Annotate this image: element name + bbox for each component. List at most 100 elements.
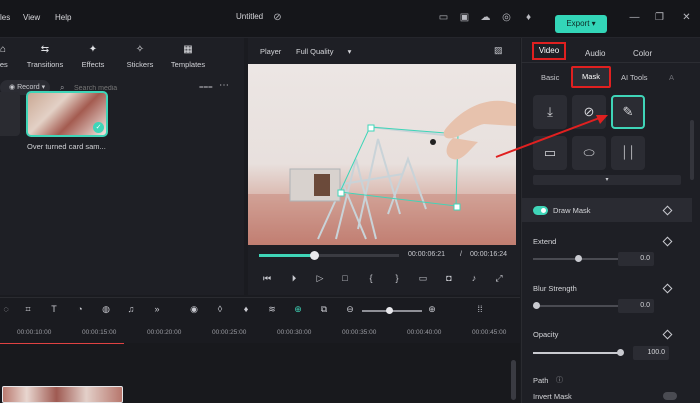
- stickers-icon: ✧: [135, 44, 145, 55]
- tab-stickers-label: Stickers: [126, 60, 154, 69]
- save-icon[interactable]: ▣: [458, 11, 471, 24]
- invert-mask-toggle[interactable]: [663, 392, 677, 400]
- display-icon[interactable]: ▭: [417, 273, 429, 284]
- audio-edit-icon[interactable]: ♫: [125, 304, 137, 314]
- zoom-knob[interactable]: [386, 307, 393, 314]
- tab-templates-label: Templates: [170, 60, 206, 69]
- mark-out-icon[interactable]: }: [391, 273, 403, 283]
- tab-video[interactable]: Video: [532, 42, 566, 60]
- tab-templates[interactable]: ▦ Templates: [165, 44, 211, 69]
- render-icon[interactable]: ◉: [188, 304, 200, 315]
- opacity-slider[interactable]: [533, 352, 623, 354]
- menu-file[interactable]: les: [0, 13, 10, 22]
- speed-icon[interactable]: ◔: [74, 304, 86, 314]
- blur-strength-label: Blur Strength: [533, 284, 577, 293]
- tab-transitions[interactable]: ⇆ Transitions: [22, 44, 68, 69]
- quality-label: Full Quality: [296, 47, 334, 56]
- grid-icon[interactable]: ⁞⁞: [474, 304, 486, 314]
- record-label: Record: [17, 84, 40, 91]
- opacity-knob[interactable]: [617, 349, 624, 356]
- tab-color[interactable]: Color: [633, 49, 652, 58]
- microphone-icon[interactable]: ♦: [522, 11, 535, 24]
- stop-icon[interactable]: □: [339, 273, 351, 283]
- video-clip[interactable]: [2, 386, 123, 403]
- voiceover-icon[interactable]: ≋: [266, 304, 278, 315]
- opacity-value[interactable]: 100.0: [633, 346, 669, 360]
- subtab-ai-tools[interactable]: AI Tools: [621, 73, 648, 82]
- color-icon[interactable]: ◍: [100, 304, 112, 315]
- media-thumbnail[interactable]: ✓: [26, 91, 108, 137]
- layout-icon[interactable]: ▭: [437, 11, 450, 24]
- fullscreen-icon[interactable]: ⤢: [493, 273, 505, 284]
- extend-knob[interactable]: [575, 255, 582, 262]
- more-tools-icon[interactable]: »: [151, 304, 163, 314]
- minimize-icon[interactable]: —: [628, 11, 641, 24]
- record-icon: ◉: [9, 84, 16, 91]
- split-icon[interactable]: ⧉: [318, 304, 330, 315]
- blur-slider[interactable]: [533, 305, 623, 307]
- opacity-label: Opacity: [533, 330, 559, 339]
- ruler-tick: 00:00:40:00: [407, 329, 442, 336]
- cloud-upload-icon[interactable]: ☁: [479, 11, 492, 24]
- ruler-tick: 00:00:35:00: [342, 329, 377, 336]
- video-preview[interactable]: [248, 64, 516, 245]
- tab-files-label: les: [0, 60, 8, 69]
- help-icon[interactable]: ⓘ: [556, 375, 563, 385]
- mask-handle[interactable]: [337, 189, 345, 197]
- draw-mask-label: Draw Mask: [553, 206, 591, 215]
- progress-knob[interactable]: [310, 251, 319, 260]
- close-icon[interactable]: ✕: [680, 11, 693, 24]
- timeline-ruler[interactable]: [0, 325, 520, 343]
- tab-effects[interactable]: ✦ Effects: [70, 44, 116, 69]
- zoom-in-icon[interactable]: ⊕: [426, 304, 438, 315]
- panel-scrollbar[interactable]: [690, 120, 694, 180]
- timeline-scrollbar[interactable]: [511, 360, 516, 400]
- extend-value[interactable]: 0.0: [618, 252, 654, 266]
- player-label: Player: [260, 47, 282, 56]
- settings-icon[interactable]: ◎: [500, 11, 513, 24]
- annotation-arrow: [495, 115, 608, 158]
- maximize-icon[interactable]: ❐: [653, 11, 666, 24]
- tab-stickers[interactable]: ✧ Stickers: [117, 44, 163, 69]
- camera-icon[interactable]: ◘: [443, 273, 455, 283]
- ruler-tick: 00:00:15:00: [82, 329, 117, 336]
- menu-view[interactable]: View: [23, 13, 40, 22]
- crop-icon[interactable]: ⌗: [22, 304, 34, 315]
- video-frame: [248, 100, 516, 245]
- effects-icon: ✦: [88, 44, 98, 55]
- subtab-basic[interactable]: Basic: [541, 73, 559, 82]
- mask-handle[interactable]: [367, 124, 375, 132]
- play-backward-icon[interactable]: ⏵: [288, 273, 300, 284]
- zoom-out-icon[interactable]: ⊖: [344, 304, 356, 315]
- play-icon[interactable]: ▷: [314, 273, 326, 284]
- mask-line-icon[interactable]: ⏐⏐: [611, 136, 645, 170]
- templates-icon: ▦: [183, 44, 193, 55]
- prev-frame-icon[interactable]: ⏮: [261, 273, 273, 284]
- mic-icon[interactable]: ♦: [240, 304, 252, 314]
- mask-handle[interactable]: [453, 203, 461, 211]
- snap-icon[interactable]: ⊕: [292, 304, 304, 315]
- text-icon[interactable]: T: [48, 304, 60, 314]
- quality-dropdown[interactable]: Full Quality ▾: [296, 47, 351, 56]
- ruler-tick: 00:00:45:00: [472, 329, 507, 336]
- media-thumbnail-partial[interactable]: [0, 92, 20, 136]
- filter-icon[interactable]: ⩶: [199, 82, 213, 92]
- ripple-icon[interactable]: ◌: [0, 304, 12, 314]
- subtab-more[interactable]: A: [669, 73, 674, 82]
- draw-mask-toggle[interactable]: [533, 206, 548, 215]
- mark-in-icon[interactable]: {: [365, 273, 377, 283]
- snapshot-icon[interactable]: ▨: [494, 45, 503, 56]
- tab-audio[interactable]: Audio: [585, 49, 605, 58]
- export-button[interactable]: Export ▾: [555, 15, 607, 33]
- subtab-mask[interactable]: Mask: [571, 66, 611, 88]
- blur-knob[interactable]: [533, 302, 540, 309]
- volume-icon[interactable]: ♪: [468, 273, 480, 283]
- mask-collapse-toggle[interactable]: ▾: [533, 175, 681, 185]
- extend-label: Extend: [533, 237, 557, 246]
- more-icon[interactable]: ⋯: [219, 80, 229, 91]
- menu-help[interactable]: Help: [55, 13, 71, 22]
- shield-icon[interactable]: ◊: [214, 304, 226, 314]
- mask-pen-icon[interactable]: ✎: [611, 95, 645, 129]
- playhead-range: [0, 343, 124, 344]
- blur-value[interactable]: 0.0: [618, 299, 654, 313]
